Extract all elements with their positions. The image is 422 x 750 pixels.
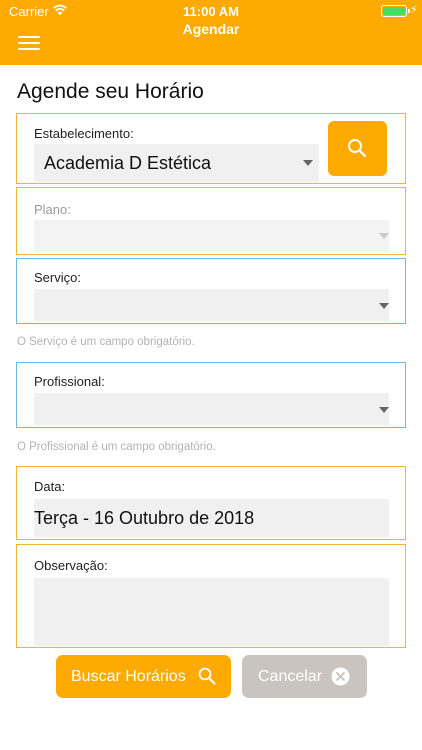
estabelecimento-select[interactable]: Academia D Estética [34, 144, 319, 182]
chevron-down-icon [379, 407, 389, 413]
data-value: Terça - 16 Outubro de 2018 [34, 508, 255, 528]
profissional-label: Profissional: [34, 374, 105, 389]
plano-field: Plano: [16, 187, 406, 255]
servico-select[interactable] [34, 289, 389, 321]
search-icon [348, 139, 367, 158]
chevron-down-icon [379, 303, 389, 309]
servico-field: Serviço: [16, 258, 406, 324]
plano-select[interactable] [34, 220, 389, 252]
data-field: Data: Terça - 16 Outubro de 2018 [16, 466, 406, 540]
observacao-label: Observação: [34, 558, 108, 573]
battery-icon [381, 5, 410, 17]
close-circle-icon [331, 667, 350, 686]
chevron-down-icon [303, 160, 313, 166]
clock: 11:00 AM [183, 4, 239, 19]
page-title: Agende seu Horário [17, 80, 204, 103]
nav-title: Agendar [182, 21, 240, 37]
profissional-select[interactable] [34, 393, 389, 425]
profissional-field: Profissional: [16, 362, 406, 428]
estabelecimento-value: Academia D Estética [44, 153, 212, 173]
observacao-textarea[interactable] [34, 578, 389, 646]
plano-label: Plano: [34, 202, 71, 217]
status-bar: Carrier 11:00 AM ⚡ [0, 0, 422, 22]
cancelar-button[interactable]: Cancelar [242, 655, 367, 698]
search-icon [198, 667, 216, 685]
charging-icon: ⚡ [410, 4, 418, 16]
data-label: Data: [34, 479, 66, 494]
observacao-field: Observação: [16, 544, 406, 648]
profissional-error-message: O Profissional é um campo obrigatório. [17, 441, 216, 453]
buscar-horarios-label: Buscar Horários [71, 668, 186, 685]
servico-error-message: O Serviço é um campo obrigatório. [17, 336, 195, 348]
search-establishment-button[interactable] [328, 121, 387, 176]
estabelecimento-label: Estabelecimento: [34, 126, 134, 141]
navigation-bar: Carrier 11:00 AM ⚡ Agendar [0, 0, 422, 65]
chevron-down-icon [379, 233, 389, 239]
cancelar-label: Cancelar [258, 668, 323, 685]
servico-label: Serviço: [34, 270, 81, 285]
data-picker[interactable]: Terça - 16 Outubro de 2018 [34, 499, 389, 537]
hamburger-menu-icon[interactable] [18, 36, 40, 50]
buscar-horarios-button[interactable]: Buscar Horários [56, 655, 231, 698]
